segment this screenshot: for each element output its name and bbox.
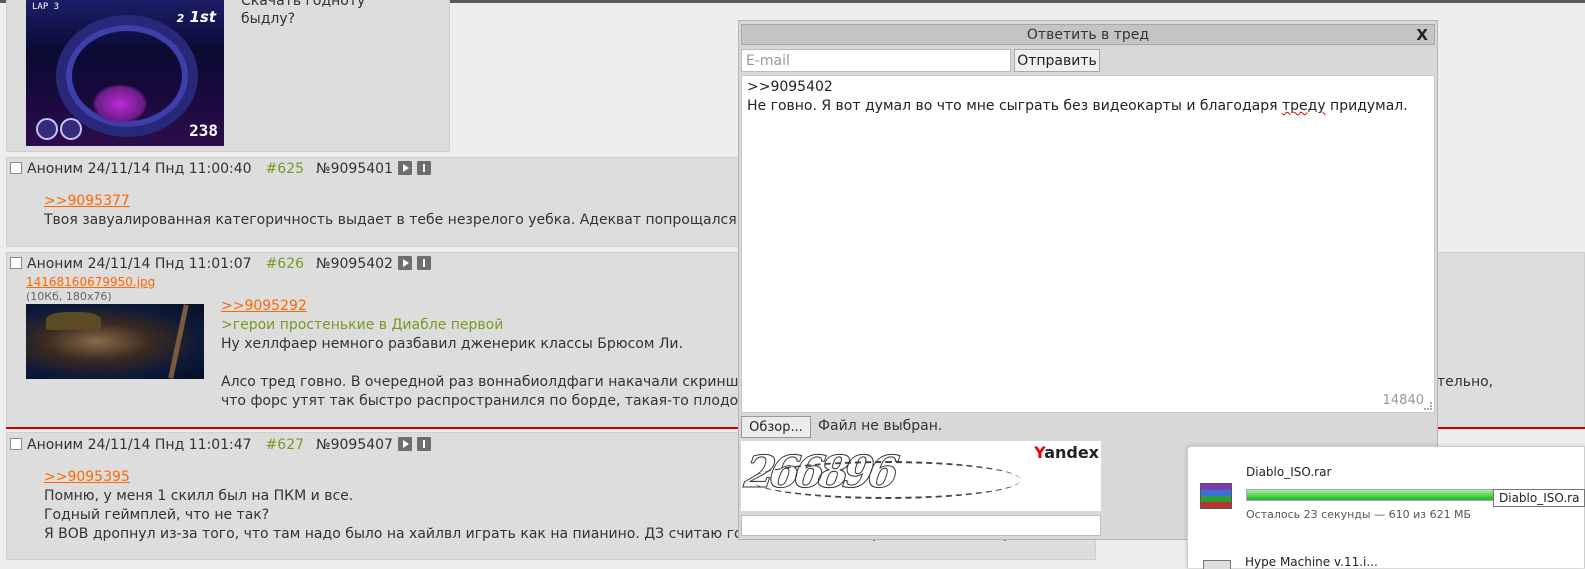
rar-archive-icon: [1200, 483, 1232, 509]
post-header: Аноним 24/11/14 Пнд 11:00:40 #625 №9095401: [10, 161, 431, 177]
play-icon[interactable]: [397, 256, 412, 270]
post-quote: >герои простенькие в Диабле первой: [221, 317, 504, 333]
misspelled-word: треду: [1281, 98, 1326, 114]
play-icon[interactable]: [397, 161, 412, 175]
play-icon[interactable]: [397, 437, 412, 451]
message-line: >>9095402: [747, 79, 833, 95]
thumb-gauge-2: [60, 118, 82, 140]
post-id[interactable]: №9095401: [316, 161, 393, 177]
post-author: Аноним: [27, 161, 84, 177]
post-header: Аноним 24/11/14 Пнд 11:01:07 #626 №9095402: [10, 256, 431, 272]
post-author: Аноним: [27, 256, 84, 272]
download-tooltip: Diablo_ISO.ra: [1493, 489, 1585, 507]
post-text-line: Ну хеллфаер немного разбавил дженерик кл…: [221, 336, 683, 352]
info-icon[interactable]: [416, 161, 431, 175]
post-date: 24/11/14 Пнд 11:01:07: [87, 256, 252, 272]
next-download-filename[interactable]: Hype Machine v.11.i...: [1245, 555, 1378, 569]
close-icon[interactable]: X: [1416, 25, 1428, 45]
reply-link[interactable]: >>9095395: [44, 469, 130, 485]
post-header: Аноним 24/11/14 Пнд 11:01:47 #627 №9095407: [10, 437, 431, 453]
reply-form-title: Ответить в тред: [1026, 27, 1150, 43]
download-panel: Diablo_ISO.rar Осталось 23 секунды — 610…: [1187, 446, 1585, 568]
post-text-line: Алсо тред говно. В очередной раз воннаби…: [221, 374, 747, 390]
post-checkbox[interactable]: [10, 162, 22, 174]
post-text-line: Годный геймплей, что не так?: [44, 507, 270, 523]
message-line: Не говно. Я вот думал во что мне сыграть…: [747, 98, 1408, 114]
info-icon[interactable]: [416, 437, 431, 451]
post-text-line: что форс утят так быстро распространился…: [221, 393, 748, 409]
post-text-line: Твоя завуалированная категоричность выда…: [44, 212, 761, 228]
captcha-input[interactable]: [741, 515, 1101, 536]
post-number[interactable]: #627: [266, 437, 304, 453]
post-id[interactable]: №9095402: [316, 256, 393, 272]
thumb-staff: [168, 304, 189, 379]
browse-button[interactable]: Обзор...: [741, 416, 811, 438]
thumb-gauge-1: [36, 118, 58, 140]
post-text-line: быдлу?: [241, 11, 296, 27]
post-checkbox[interactable]: [10, 257, 22, 269]
post-date: 24/11/14 Пнд 11:01:47: [87, 437, 252, 453]
thumb-hat: [46, 312, 101, 330]
post-id[interactable]: №9095407: [316, 437, 393, 453]
post-number[interactable]: #626: [266, 256, 304, 272]
no-file-label: Файл не выбран.: [818, 418, 943, 434]
download-filename[interactable]: Diablo_ISO.rar: [1246, 465, 1331, 479]
post-text-line-right: тельно,: [1437, 374, 1494, 390]
post-date: 24/11/14 Пнд 11:00:40: [87, 161, 252, 177]
post-number[interactable]: #625: [266, 161, 304, 177]
message-textarea[interactable]: >>9095402 Не говно. Я вот думал во что м…: [741, 75, 1435, 413]
info-icon[interactable]: [416, 256, 431, 270]
thumb-speed: 238: [189, 121, 218, 140]
thumb-hud: LAP 3: [32, 2, 60, 12]
yandex-logo: Yandex: [1034, 443, 1099, 462]
captcha-image: 266896 Yandex: [741, 441, 1101, 511]
post-text-line: Помню, у меня 1 скилл был на ПКМ и все.: [44, 488, 354, 504]
send-button[interactable]: Отправить: [1014, 49, 1100, 72]
download-status: Осталось 23 секунды — 610 из 621 МБ: [1246, 508, 1472, 521]
reply-link[interactable]: >>9095292: [221, 298, 307, 314]
reply-link[interactable]: >>9095377: [44, 193, 130, 209]
email-field[interactable]: [741, 49, 1011, 72]
char-counter: 14840: [1382, 393, 1424, 408]
attachment-filename[interactable]: 14168160679950.jpg: [26, 275, 155, 289]
captcha-text: 266896: [741, 447, 897, 499]
thumb-car: [92, 84, 148, 124]
attachment-info: (10Кб, 180x76): [26, 290, 112, 303]
resize-handle-icon[interactable]: [1424, 402, 1432, 410]
post-author: Аноним: [27, 437, 84, 453]
reply-form-titlebar[interactable]: Ответить в тред X: [741, 24, 1435, 45]
thumb-position: 2 1st: [176, 8, 216, 26]
post-thumbnail-game[interactable]: LAP 3 2 1st 238: [26, 0, 224, 146]
post-thumbnail-diablo[interactable]: [26, 304, 204, 379]
post-checkbox[interactable]: [10, 438, 22, 450]
